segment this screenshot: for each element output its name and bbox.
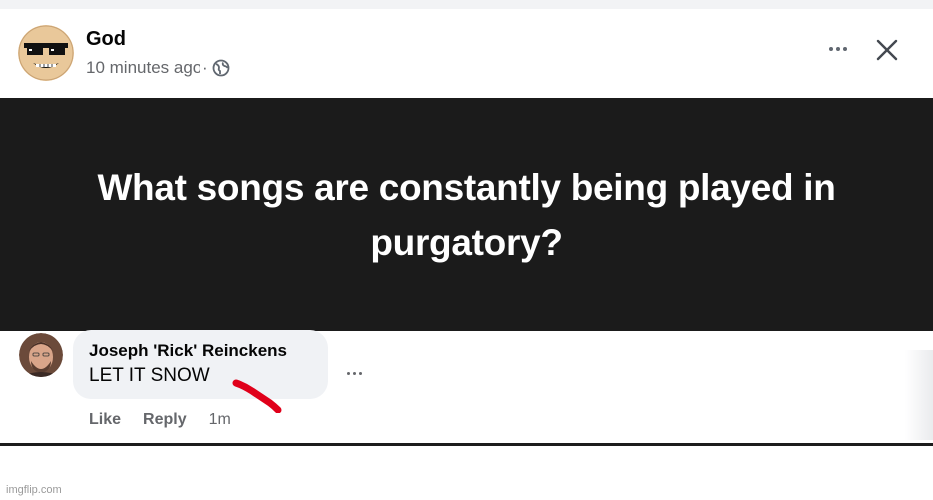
banner-text: What songs are constantly being played i…: [97, 166, 836, 263]
deal-with-it-avatar-icon: [18, 25, 74, 81]
commenter-photo-icon: [19, 333, 63, 377]
more-horizontal-icon: [346, 371, 362, 375]
post-meta: 10 minutes ago ·: [86, 58, 230, 78]
close-icon: [876, 39, 898, 61]
edge-shadow: [905, 350, 933, 440]
meta-separator: ·: [202, 58, 208, 77]
more-horizontal-icon: [829, 47, 847, 51]
watermark: imgflip.com: [6, 484, 62, 496]
commenter-name[interactable]: Joseph 'Rick' Reinckens: [89, 341, 287, 361]
comment-text: LET IT SNOW: [89, 365, 210, 386]
commenter-avatar[interactable]: [19, 333, 63, 377]
post-banner: What songs are constantly being played i…: [0, 98, 933, 331]
post-more-button[interactable]: [824, 39, 852, 59]
post-timestamp[interactable]: 10 minutes ago: [86, 58, 200, 78]
comment-more-button[interactable]: [342, 367, 366, 379]
comment-bubble: Joseph 'Rick' Reinckens LET IT SNOW: [73, 330, 328, 399]
red-scribble-icon: [232, 379, 282, 413]
comment-time[interactable]: 1m: [209, 411, 231, 429]
like-button[interactable]: Like: [89, 411, 121, 429]
post-header: God 10 minutes ago ·: [0, 9, 933, 98]
comment-actions: Like Reply 1m: [89, 411, 231, 429]
author-avatar[interactable]: [18, 25, 74, 81]
reply-button[interactable]: Reply: [143, 411, 187, 429]
close-button[interactable]: [874, 37, 900, 63]
author-name[interactable]: God: [86, 28, 126, 51]
comment: Joseph 'Rick' Reinckens LET IT SNOW Like…: [0, 330, 933, 430]
globe-icon[interactable]: [212, 59, 230, 77]
